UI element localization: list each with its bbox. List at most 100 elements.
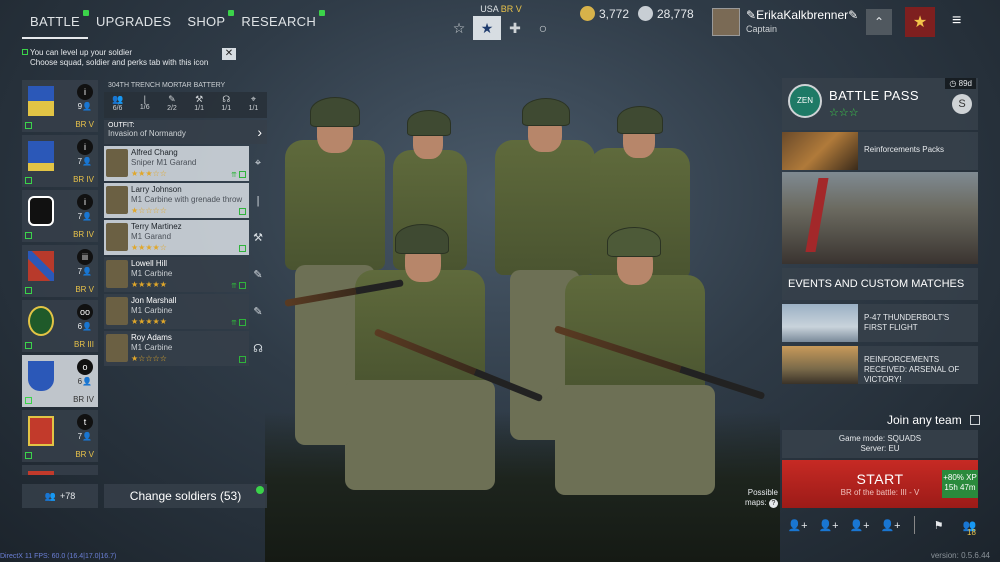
nation-br: BR V (500, 4, 522, 14)
outfit-selector[interactable]: OUTFIT: Invasion of Normandy › (104, 120, 267, 144)
flag-icon[interactable]: ⚑ (923, 519, 954, 532)
player-profile[interactable]: ✎ErikaKalkbrenner✎ Captain (712, 8, 858, 36)
squad-emblem-icon (28, 471, 54, 475)
join-any-team-toggle[interactable]: Join any team (887, 413, 980, 427)
reinforcements-label: Reinforcements Packs (864, 145, 945, 154)
checkbox[interactable] (969, 415, 980, 425)
gold-currency[interactable]: 28,778 (638, 6, 694, 21)
grenade-icon: ✎ (168, 94, 176, 104)
squad-br: BR V (75, 120, 94, 129)
squad-card[interactable]: i 9👤 BR V (22, 80, 98, 132)
change-soldiers-button[interactable]: Change soldiers (53) (104, 484, 267, 508)
soldier-weapon: Sniper M1 Garand (131, 158, 197, 167)
squad-count: 6 (77, 322, 83, 331)
upgrade-icon (25, 122, 32, 129)
headset-icon: ☊ (222, 94, 231, 104)
game-mode: Game mode: SQUADS (838, 434, 922, 443)
squad-br: BR IV (73, 175, 94, 184)
upgrade-arrow-icon: ⇈ (231, 283, 237, 290)
group-icon: 👥 (44, 490, 56, 501)
squad-card[interactable]: oo 6👤 BR III (22, 300, 98, 352)
event-card[interactable]: REINFORCEMENTS RECEIVED: ARSENAL OF VICT… (782, 346, 978, 384)
squad-count: 7 (77, 432, 83, 441)
divider (914, 516, 915, 534)
help-icon[interactable]: ? (769, 499, 778, 508)
upgrade-icon (25, 287, 32, 294)
squad-card[interactable]: i 7👤 BR IV (22, 190, 98, 242)
event-label: P-47 THUNDERBOLT'S FIRST FLIGHT (864, 313, 950, 332)
soldier-weapon: M1 Carbine (131, 269, 173, 278)
tab-battle[interactable]: BATTLE (22, 8, 89, 39)
player-rank: Captain (746, 24, 778, 34)
squad-scene (265, 70, 780, 562)
star-outline-icon[interactable]: ☆ (445, 16, 473, 40)
stat-value: 1/1 (248, 105, 259, 112)
possible-maps[interactable]: Possible maps: ? (736, 488, 778, 508)
soldier-weapon: M1 Garand (131, 232, 172, 241)
tab-upgrades[interactable]: UPGRADES (88, 8, 179, 39)
invite-friend-icon[interactable]: 👤+ (813, 519, 844, 532)
game-server: Server: EU (860, 444, 900, 453)
squad-card-selected[interactable]: o 6👤 BR IV (22, 355, 98, 407)
squad-br: BR V (75, 450, 94, 459)
soldier-name: Roy Adams (131, 333, 172, 342)
soldier-portrait (106, 260, 128, 288)
squad-card[interactable]: iii 7👤 BR V (22, 245, 98, 297)
player-name: ErikaKalkbrenner (756, 8, 849, 22)
event-thumbnail (782, 304, 858, 342)
soldier-portrait (106, 223, 128, 251)
events-title[interactable]: EVENTS AND CUSTOM MATCHES (782, 268, 978, 300)
gold-coin-icon (638, 6, 653, 21)
soldier-row[interactable]: Larry Johnson M1 Carbine with grenade th… (104, 183, 267, 218)
soldier-row[interactable]: Terry Martinez M1 Garand ★★★★☆ ⚒ (104, 220, 267, 255)
perk-icon (239, 282, 246, 289)
promo-banner[interactable] (782, 172, 978, 264)
circle-icon[interactable]: ○ (529, 16, 557, 40)
squad-card[interactable]: t 7👤 BR V (22, 410, 98, 462)
crosshair-icon: ⌖ (254, 157, 262, 169)
soldier-row[interactable]: Roy Adams M1 Carbine ★☆☆☆☆ ☊ (104, 331, 267, 366)
avatar[interactable] (712, 8, 740, 36)
notification-dot (256, 486, 264, 494)
xp-boost[interactable]: +80% XP 15h 47m (942, 470, 978, 498)
squad-class-icon: oo (77, 304, 93, 320)
soldier-row[interactable]: Lowell Hill M1 Carbine ★★★★★ ⇈ ✎ (104, 257, 267, 292)
perk-icon (239, 319, 246, 326)
squad-emblem-icon (28, 196, 54, 226)
soldier-stars: ★☆☆☆☆ (131, 206, 167, 215)
invite-friend-icon[interactable]: 👤+ (844, 519, 875, 532)
soldier-stars: ★★★★★ (131, 280, 167, 289)
manage-squads-button[interactable]: 👥 +78 (22, 484, 98, 508)
squad-card[interactable]: i 7👤 BR IV (22, 135, 98, 187)
usa-star-icon[interactable]: ★ (473, 16, 501, 40)
squad-card[interactable] (22, 465, 98, 475)
soldier-row[interactable]: Jon Marshall M1 Carbine ★★★★★ ⇈ ✎ (104, 294, 267, 329)
friends-count: 18 (967, 528, 976, 537)
stat-value: 6/6 (112, 105, 123, 112)
upgrade-arrow-icon: ⇈ (231, 320, 237, 327)
reinforcements-card[interactable]: Reinforcements Packs (782, 132, 978, 170)
rank-chevron-icon[interactable]: ⌃ (866, 9, 892, 35)
event-card[interactable]: P-47 THUNDERBOLT'S FIRST FLIGHT (782, 304, 978, 342)
silver-currency[interactable]: 3,772 (580, 6, 629, 21)
soldier-weapon: M1 Carbine with grenade throw (131, 195, 243, 204)
squad-class-icon: i (77, 139, 93, 155)
game-mode-info[interactable]: Game mode: SQUADS Server: EU (782, 430, 978, 458)
soldier-stars: ★★★★★ (131, 317, 167, 326)
stat-value: 2/2 (167, 105, 177, 112)
invite-friend-icon[interactable]: 👤+ (782, 519, 813, 532)
tab-research[interactable]: RESEARCH (233, 8, 326, 39)
premium-star-icon[interactable]: ★ (905, 7, 935, 37)
close-icon[interactable]: ✕ (222, 48, 236, 60)
tab-shop[interactable]: SHOP (179, 8, 235, 39)
battle-pass-card[interactable]: ZEN BATTLE PASS ☆☆☆ ◷ 89d S (782, 78, 978, 130)
version-label: version: 0.5.6.44 (930, 551, 990, 560)
start-button[interactable]: START BR of the battle: III - V +80% XP … (782, 460, 978, 508)
rifle-icon: | (143, 94, 146, 104)
soldier-row[interactable]: Alfred Chang Sniper M1 Garand ★★★☆☆ ⇈ ⌖ (104, 146, 267, 181)
hamburger-menu-icon[interactable]: ≡ (952, 12, 961, 30)
nation-selector: USA BR V ☆ ★ ✚ ○ (445, 4, 557, 40)
edit-icon[interactable]: ✎ (848, 8, 858, 22)
iron-cross-icon[interactable]: ✚ (501, 16, 529, 40)
invite-friend-icon[interactable]: 👤+ (875, 519, 906, 532)
